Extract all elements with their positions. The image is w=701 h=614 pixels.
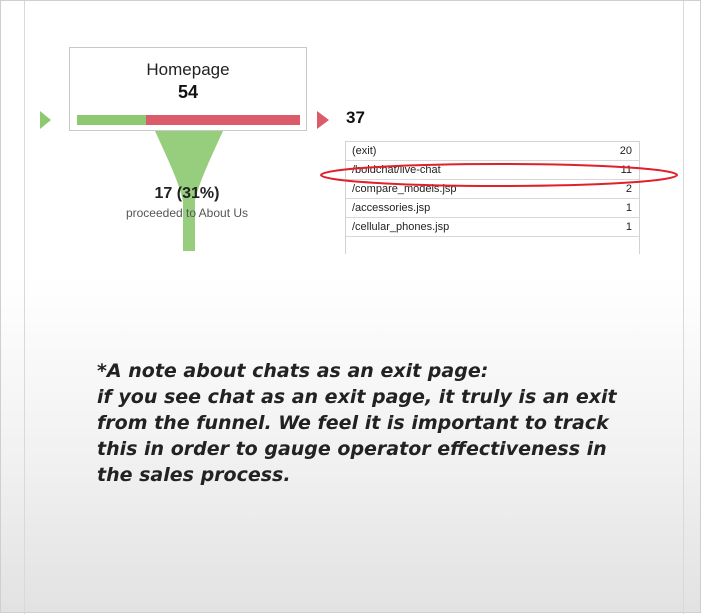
proceeded-count: 17 (31%) <box>154 185 220 202</box>
exit-table-row[interactable]: /accessories.jsp 1 <box>346 199 639 218</box>
note-line: the sales process. <box>97 464 291 486</box>
funnel-step-count: 54 <box>177 82 199 102</box>
exit-page-name: /cellular_phones.jsp <box>352 221 450 233</box>
exit-page-count: 20 <box>619 145 632 157</box>
exit-arrow-icon <box>317 111 329 129</box>
exit-page-name: (exit) <box>352 145 377 157</box>
proceeded-label: proceeded to About Us <box>125 206 249 220</box>
note-text: *A note about chats as an exit page: if y… <box>97 358 657 488</box>
slide: Homepage 54 37 17 (31%) proceeded to Abo… <box>0 0 701 614</box>
exit-count: 37 <box>346 108 365 127</box>
funnel-step-progress-bar <box>77 115 300 125</box>
funnel-step-homepage[interactable]: Homepage 54 <box>69 47 307 131</box>
funnel-step-title: Homepage <box>146 60 230 79</box>
note-line: if you see chat as an exit page, it trul… <box>97 386 617 408</box>
entrance-arrow-icon <box>40 111 51 129</box>
note-line: from the funnel. We feel it is important… <box>97 412 609 434</box>
note-line: this in order to gauge operator effectiv… <box>97 438 607 460</box>
exit-page-name: /accessories.jsp <box>352 202 431 214</box>
note-line: *A note about chats as an exit page: <box>97 360 489 382</box>
exit-page-count: 1 <box>625 202 632 214</box>
exit-table-row[interactable]: /cellular_phones.jsp 1 <box>346 218 639 237</box>
exit-pages-table: (exit) 20/boldchat/live-chat 11/compare_mo… <box>345 141 640 254</box>
exit-table-row[interactable]: (exit) 20 <box>346 142 639 161</box>
exit-page-count: 1 <box>625 221 632 233</box>
highlight-ellipse <box>320 163 678 187</box>
funnel-step-proceed-fill <box>77 115 146 125</box>
